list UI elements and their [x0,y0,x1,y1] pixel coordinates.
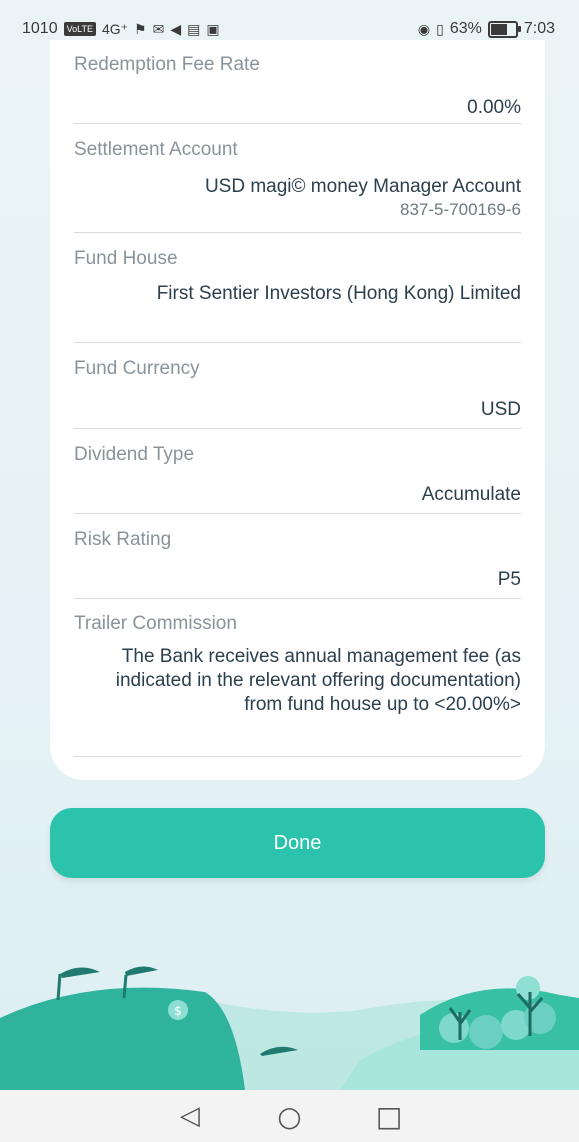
detail-label: Trailer Commission [74,613,237,634]
detail-row-fund-currency: Fund Currency USD [74,343,521,429]
detail-row-dividend-type: Dividend Type Accumulate [74,429,521,514]
detail-value: USD magi© money Manager Account [204,176,521,197]
done-button[interactable]: Done [50,808,545,878]
mail-icon: ✉ [152,20,165,37]
send-icon: ◀ [170,20,182,37]
eye-icon: ◉ [417,20,431,37]
detail-label: Risk Rating [74,529,172,550]
detail-value: First Sentier Investors (Hong Kong) Limi… [156,283,521,304]
left-hill [0,987,245,1090]
detail-value: USD [480,399,521,420]
battery-icon [487,20,521,38]
landscape-illustration: $ [0,966,579,1090]
home-icon[interactable]: ○ [275,1100,303,1133]
detail-label: Settlement Account [74,139,238,160]
system-navigation-bar: ◁ ○ □ [0,1090,579,1142]
signal-icon: 4G⁺ [101,20,129,37]
status-left: 1010 VoLTE 4G⁺ ⚑ ✉ ◀ ▤ ▣ [22,20,220,38]
notification-icon: ⚑ [134,20,147,37]
detail-row-trailer-commission: Trailer Commission The Bank receives ann… [74,599,521,757]
detail-label: Dividend Type [74,444,195,465]
battery-percent: 63% [449,20,482,37]
message-icon: ▤ [187,20,201,37]
recents-icon[interactable]: □ [375,1100,403,1133]
detail-value: 0.00% [467,97,521,118]
fund-details-card: Redemption Fee Rate 0.00% Settlement Acc… [50,40,545,780]
detail-row-settlement-account: Settlement Account USD magi© money Manag… [74,124,521,233]
detail-label: Fund House [74,248,178,269]
carrier-text: 1010 [22,20,58,37]
detail-label: Redemption Fee Rate [74,54,260,75]
coin-symbol: $ [174,1004,182,1018]
status-right: ◉ ▯ 63% 7:03 [418,20,555,38]
back-icon[interactable]: ◁ [176,1101,204,1131]
vibrate-icon: ▯ [436,20,444,37]
detail-label: Fund Currency [74,358,200,379]
gallery-icon: ▣ [206,20,220,37]
detail-row-redemption-fee: Redemption Fee Rate 0.00% [74,40,521,124]
account-number: 837-5-700169-6 [400,200,521,219]
detail-value: P5 [497,569,521,590]
detail-value: Accumulate [421,484,521,505]
clock: 7:03 [523,20,555,37]
detail-row-risk-rating: Risk Rating P5 [74,514,521,599]
detail-row-fund-house: Fund House First Sentier Investors (Hong… [74,233,521,343]
volte-badge: VoLTE [63,22,96,36]
detail-value: The Bank receives annual management fee … [115,646,521,715]
